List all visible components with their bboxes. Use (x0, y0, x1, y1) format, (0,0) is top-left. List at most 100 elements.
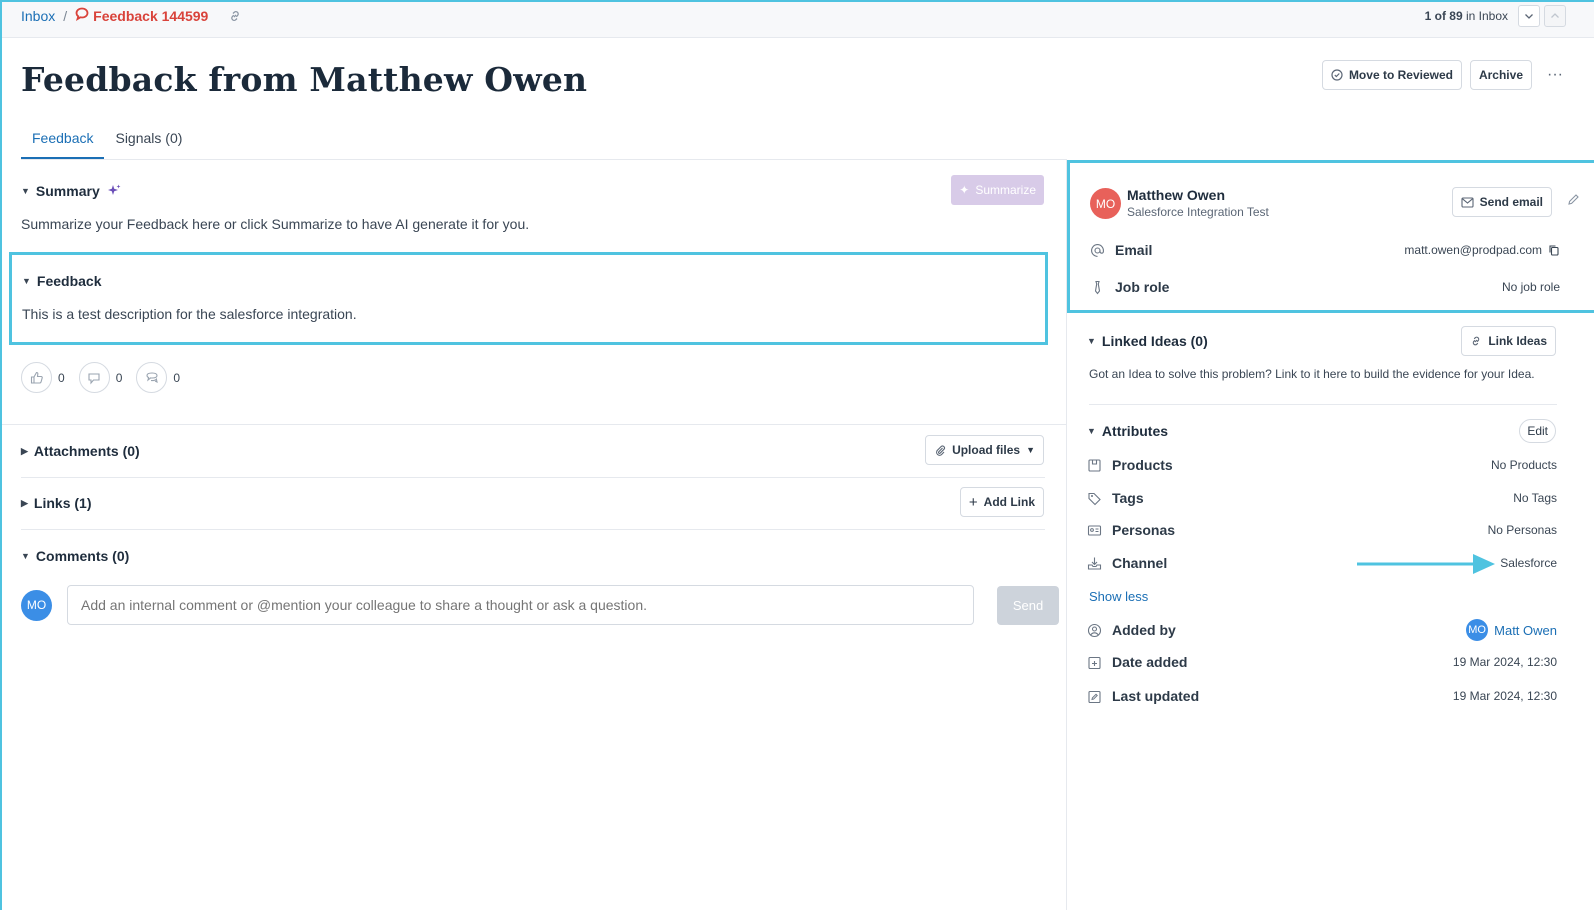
collapse-triangle-icon: ▼ (1087, 426, 1096, 436)
expand-triangle-icon: ▶ (21, 445, 28, 456)
at-sign-icon (1090, 243, 1108, 258)
next-item-button[interactable] (1518, 5, 1540, 27)
added-by-name: Matt Owen (1494, 622, 1557, 638)
user-circle-icon (1087, 623, 1105, 638)
box-icon (1087, 458, 1105, 473)
summary-header[interactable]: ▼ Summary (21, 183, 122, 199)
contact-avatar: MO (1090, 188, 1121, 219)
section-divider (1089, 404, 1557, 405)
copy-icon[interactable] (1548, 244, 1560, 256)
collapse-triangle-icon: ▼ (21, 551, 30, 561)
reaction-thumbs-down[interactable]: 0 (78, 362, 122, 393)
contact-card: MO Matthew Owen Salesforce Integration T… (1067, 160, 1594, 313)
edit-attributes-button[interactable]: Edit (1519, 419, 1556, 443)
comments-header[interactable]: ▼ Comments (0) (21, 548, 129, 564)
summarize-button[interactable]: ✦ Summarize (951, 175, 1044, 205)
tab-feedback[interactable]: Feedback (21, 122, 105, 159)
chevron-up-icon (1551, 13, 1559, 18)
personas-label: Personas (1112, 522, 1176, 538)
send-email-label: Send email (1479, 195, 1543, 209)
upload-files-button[interactable]: Upload files ▼ (925, 435, 1044, 465)
avatar: MO (21, 589, 52, 621)
job-role-value: No job role (1501, 280, 1560, 294)
thumbs-down-icon (78, 362, 110, 393)
paperclip-icon (936, 445, 946, 456)
add-link-button[interactable]: + Add Link (959, 487, 1044, 517)
avatar: MO (1466, 619, 1489, 641)
collapse-triangle-icon: ▼ (1087, 336, 1096, 346)
date-added-row: Date added 19 Mar 2024, 12:30 (1087, 654, 1557, 670)
header-actions: Move to Reviewed Archive ··· (1321, 60, 1570, 90)
comments-heading: Comments (0) (35, 548, 130, 564)
section-divider (2, 424, 1067, 425)
tab-signals[interactable]: Signals (0) (104, 122, 193, 159)
more-options-icon[interactable]: ··· (1540, 66, 1570, 84)
archive-button[interactable]: Archive (1469, 60, 1532, 90)
pager: 1 of 89 in Inbox (1419, 5, 1566, 27)
reaction-count: 0 (58, 370, 65, 385)
breadcrumb: Inbox / Feedback 144599 (21, 7, 242, 24)
thumbs-up-icon (21, 362, 52, 393)
attachments-header[interactable]: ▶ Attachments (0) (21, 443, 140, 459)
pager-text: 1 of 89 in Inbox (1419, 7, 1514, 25)
summarize-label: Summarize (975, 183, 1036, 197)
attributes-header[interactable]: ▼ Attributes (1087, 423, 1168, 439)
last-updated-label: Last updated (1112, 688, 1200, 704)
attributes-heading: Attributes (1101, 423, 1169, 439)
contact-company: Salesforce Integration Test (1127, 205, 1269, 219)
feedback-header[interactable]: ▼ Feedback (22, 273, 102, 289)
breadcrumb-feedback[interactable]: Feedback 144599 (75, 7, 208, 24)
contact-name[interactable]: Matthew Owen (1127, 187, 1225, 203)
main-column: ▼ Summary ✦ Summarize Summarize your Fee… (2, 160, 1067, 910)
email-address[interactable]: matt.owen@prodpad.com (1404, 243, 1542, 257)
sparkle-icon: ✦ (959, 183, 970, 197)
reaction-thumbs-up[interactable]: 0 (21, 362, 65, 393)
products-row[interactable]: Products No Products (1087, 457, 1557, 473)
personas-row[interactable]: Personas No Personas (1087, 522, 1557, 538)
link-ideas-label: Link Ideas (1488, 334, 1547, 348)
products-value: No Products (1490, 458, 1557, 472)
collapse-triangle-icon: ▼ (22, 276, 31, 286)
pencil-icon[interactable] (1567, 193, 1580, 206)
calendar-plus-icon (1087, 655, 1105, 670)
side-panel: MO Matthew Owen Salesforce Integration T… (1067, 160, 1594, 910)
channel-label: Channel (1112, 555, 1168, 571)
annotation-arrow-icon (1357, 554, 1495, 574)
added-by-label: Added by (1112, 622, 1176, 638)
added-by-value: MO Matt Owen (1466, 619, 1557, 641)
comment-input[interactable] (67, 585, 974, 625)
previous-item-button[interactable] (1544, 5, 1566, 27)
summary-heading: Summary (35, 183, 100, 199)
added-by-row: Added by MO Matt Owen (1087, 619, 1557, 641)
expand-triangle-icon: ▶ (21, 497, 28, 508)
link-ideas-button[interactable]: Link Ideas (1461, 326, 1556, 356)
speech-bubble-icon (75, 7, 89, 24)
reaction-chat[interactable]: 0 (136, 362, 180, 393)
breadcrumb-feedback-label: Feedback 144599 (93, 7, 209, 24)
job-role-label: Job role (1115, 279, 1170, 295)
added-by-user[interactable]: MO Matt Owen (1466, 619, 1557, 641)
sparkle-icon (106, 183, 122, 199)
summary-text: Summarize your Feedback here or click Su… (21, 216, 530, 232)
comment-composer: MO Send (21, 585, 1059, 625)
move-to-reviewed-button[interactable]: Move to Reviewed (1321, 60, 1462, 90)
add-link-label: Add Link (983, 495, 1035, 509)
feedback-text: This is a test description for the sales… (22, 306, 357, 322)
copy-link-icon[interactable] (228, 9, 242, 23)
links-header[interactable]: ▶ Links (1) (21, 495, 92, 511)
id-card-icon (1087, 523, 1105, 538)
last-updated-value: 19 Mar 2024, 12:30 (1452, 689, 1557, 703)
breadcrumb-inbox-link[interactable]: Inbox (21, 8, 55, 24)
breadcrumb-separator: / (63, 7, 68, 24)
linked-ideas-header[interactable]: ▼ Linked Ideas (0) (1087, 333, 1208, 349)
check-circle-icon (1331, 69, 1343, 81)
show-less-link[interactable]: Show less (1089, 589, 1148, 604)
send-comment-button[interactable]: Send (997, 585, 1059, 625)
products-label: Products (1112, 457, 1173, 473)
send-email-button[interactable]: Send email (1451, 187, 1552, 217)
attachments-heading: Attachments (0) (33, 443, 140, 459)
last-updated-row: Last updated 19 Mar 2024, 12:30 (1087, 688, 1557, 704)
chevron-down-icon (1525, 14, 1533, 19)
collapse-triangle-icon: ▼ (21, 186, 30, 196)
tags-row[interactable]: Tags No Tags (1087, 490, 1557, 506)
